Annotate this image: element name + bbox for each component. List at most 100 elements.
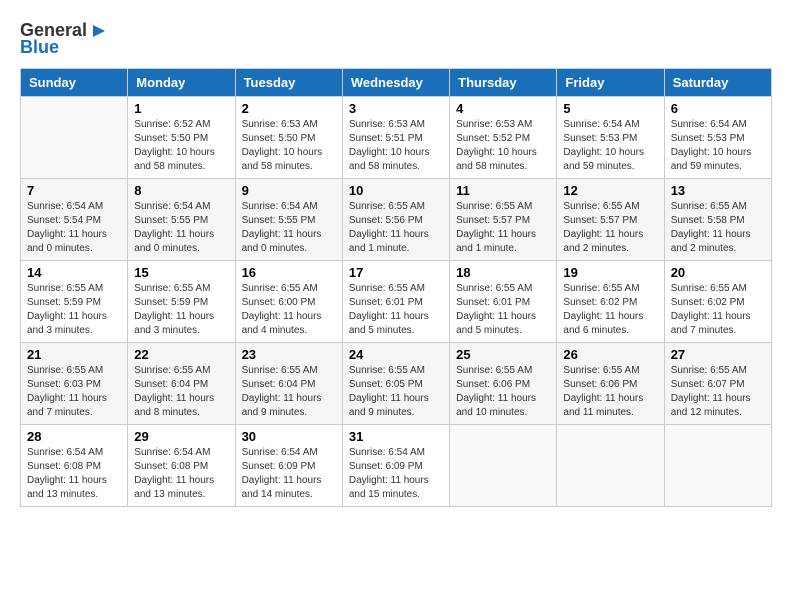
calendar-cell: 6 Sunrise: 6:54 AM Sunset: 5:53 PM Daylig… — [664, 97, 771, 179]
day-info: Sunrise: 6:55 AM Sunset: 5:57 PM Dayligh… — [456, 200, 550, 256]
calendar-cell: 22 Sunrise: 6:55 AM Sunset: 6:04 PM Dayli… — [128, 343, 235, 425]
day-number: 30 — [242, 429, 336, 444]
calendar-cell: 9 Sunrise: 6:54 AM Sunset: 5:55 PM Daylig… — [235, 179, 342, 261]
day-number: 31 — [349, 429, 443, 444]
day-info: Sunrise: 6:53 AM Sunset: 5:52 PM Dayligh… — [456, 118, 550, 174]
calendar-cell: 25 Sunrise: 6:55 AM Sunset: 6:06 PM Dayli… — [450, 343, 557, 425]
day-info: Sunrise: 6:55 AM Sunset: 5:59 PM Dayligh… — [134, 282, 228, 338]
day-info: Sunrise: 6:54 AM Sunset: 6:08 PM Dayligh… — [134, 446, 228, 502]
day-info: Sunrise: 6:54 AM Sunset: 5:53 PM Dayligh… — [671, 118, 765, 174]
day-number: 25 — [456, 347, 550, 362]
calendar-cell: 29 Sunrise: 6:54 AM Sunset: 6:08 PM Dayli… — [128, 425, 235, 507]
day-info: Sunrise: 6:55 AM Sunset: 6:05 PM Dayligh… — [349, 364, 443, 420]
calendar-cell — [450, 425, 557, 507]
calendar-cell: 4 Sunrise: 6:53 AM Sunset: 5:52 PM Daylig… — [450, 97, 557, 179]
day-number: 7 — [27, 183, 121, 198]
calendar-cell: 21 Sunrise: 6:55 AM Sunset: 6:03 PM Dayli… — [21, 343, 128, 425]
calendar-header-saturday: Saturday — [664, 69, 771, 97]
day-number: 20 — [671, 265, 765, 280]
day-number: 3 — [349, 101, 443, 116]
calendar-cell: 28Sunrise: 6:54 AM Sunset: 6:08 PM Dayli… — [21, 425, 128, 507]
day-info: Sunrise: 6:55 AM Sunset: 6:04 PM Dayligh… — [134, 364, 228, 420]
day-number: 24 — [349, 347, 443, 362]
calendar-week-1: 1 Sunrise: 6:52 AM Sunset: 5:50 PM Daylig… — [21, 97, 772, 179]
calendar-cell — [664, 425, 771, 507]
calendar-table: SundayMondayTuesdayWednesdayThursdayFrid… — [20, 68, 772, 507]
calendar-cell: 15 Sunrise: 6:55 AM Sunset: 5:59 PM Dayli… — [128, 261, 235, 343]
calendar-cell: 31Sunrise: 6:54 AM Sunset: 6:09 PM Dayli… — [342, 425, 449, 507]
day-number: 10 — [349, 183, 443, 198]
day-info: Sunrise: 6:55 AM Sunset: 6:02 PM Dayligh… — [563, 282, 657, 338]
calendar-week-3: 14 Sunrise: 6:55 AM Sunset: 5:59 PM Dayli… — [21, 261, 772, 343]
calendar-cell: 5 Sunrise: 6:54 AM Sunset: 5:53 PM Daylig… — [557, 97, 664, 179]
day-number: 1 — [134, 101, 228, 116]
day-info: Sunrise: 6:54 AM Sunset: 5:54 PM Dayligh… — [27, 200, 121, 256]
calendar-header-monday: Monday — [128, 69, 235, 97]
calendar-cell: 2 Sunrise: 6:53 AM Sunset: 5:50 PM Daylig… — [235, 97, 342, 179]
day-number: 8 — [134, 183, 228, 198]
day-info: Sunrise: 6:55 AM Sunset: 6:03 PM Dayligh… — [27, 364, 121, 420]
day-number: 22 — [134, 347, 228, 362]
day-info: Sunrise: 6:52 AM Sunset: 5:50 PM Dayligh… — [134, 118, 228, 174]
day-info: Sunrise: 6:55 AM Sunset: 5:58 PM Dayligh… — [671, 200, 765, 256]
day-number: 9 — [242, 183, 336, 198]
day-info: Sunrise: 6:54 AM Sunset: 5:55 PM Dayligh… — [242, 200, 336, 256]
logo-mark: General Blue — [20, 20, 105, 58]
day-number: 13 — [671, 183, 765, 198]
day-number: 27 — [671, 347, 765, 362]
calendar-week-2: 7 Sunrise: 6:54 AM Sunset: 5:54 PM Daylig… — [21, 179, 772, 261]
day-info: Sunrise: 6:55 AM Sunset: 6:04 PM Dayligh… — [242, 364, 336, 420]
day-info: Sunrise: 6:55 AM Sunset: 6:01 PM Dayligh… — [349, 282, 443, 338]
logo: General Blue — [20, 20, 105, 58]
day-info: Sunrise: 6:55 AM Sunset: 5:56 PM Dayligh… — [349, 200, 443, 256]
calendar-header-row: SundayMondayTuesdayWednesdayThursdayFrid… — [21, 69, 772, 97]
calendar-header-sunday: Sunday — [21, 69, 128, 97]
day-info: Sunrise: 6:53 AM Sunset: 5:51 PM Dayligh… — [349, 118, 443, 174]
calendar-cell: 18 Sunrise: 6:55 AM Sunset: 6:01 PM Dayli… — [450, 261, 557, 343]
day-number: 2 — [242, 101, 336, 116]
day-info: Sunrise: 6:55 AM Sunset: 6:06 PM Dayligh… — [456, 364, 550, 420]
day-number: 12 — [563, 183, 657, 198]
day-info: Sunrise: 6:55 AM Sunset: 6:02 PM Dayligh… — [671, 282, 765, 338]
calendar-cell: 24 Sunrise: 6:55 AM Sunset: 6:05 PM Dayli… — [342, 343, 449, 425]
logo-blue: Blue — [20, 37, 59, 58]
day-info: Sunrise: 6:54 AM Sunset: 5:55 PM Dayligh… — [134, 200, 228, 256]
calendar-cell: 16Sunrise: 6:55 AM Sunset: 6:00 PM Dayli… — [235, 261, 342, 343]
day-number: 4 — [456, 101, 550, 116]
calendar-cell — [557, 425, 664, 507]
day-number: 29 — [134, 429, 228, 444]
day-info: Sunrise: 6:55 AM Sunset: 5:59 PM Dayligh… — [27, 282, 121, 338]
day-info: Sunrise: 6:54 AM Sunset: 5:53 PM Dayligh… — [563, 118, 657, 174]
calendar-cell: 3 Sunrise: 6:53 AM Sunset: 5:51 PM Daylig… — [342, 97, 449, 179]
calendar-header-wednesday: Wednesday — [342, 69, 449, 97]
day-number: 16 — [242, 265, 336, 280]
day-number: 14 — [27, 265, 121, 280]
day-number: 6 — [671, 101, 765, 116]
day-number: 15 — [134, 265, 228, 280]
day-info: Sunrise: 6:55 AM Sunset: 6:01 PM Dayligh… — [456, 282, 550, 338]
calendar-cell: 30 Sunrise: 6:54 AM Sunset: 6:09 PM Dayli… — [235, 425, 342, 507]
calendar-cell: 10 Sunrise: 6:55 AM Sunset: 5:56 PM Dayli… — [342, 179, 449, 261]
day-info: Sunrise: 6:54 AM Sunset: 6:09 PM Dayligh… — [242, 446, 336, 502]
calendar-cell: 11 Sunrise: 6:55 AM Sunset: 5:57 PM Dayli… — [450, 179, 557, 261]
calendar-cell: 8 Sunrise: 6:54 AM Sunset: 5:55 PM Daylig… — [128, 179, 235, 261]
calendar-header-tuesday: Tuesday — [235, 69, 342, 97]
day-number: 23 — [242, 347, 336, 362]
day-number: 11 — [456, 183, 550, 198]
calendar-cell: 26Sunrise: 6:55 AM Sunset: 6:06 PM Dayli… — [557, 343, 664, 425]
day-info: Sunrise: 6:53 AM Sunset: 5:50 PM Dayligh… — [242, 118, 336, 174]
calendar-cell — [21, 97, 128, 179]
day-number: 18 — [456, 265, 550, 280]
page-header: General Blue — [20, 20, 772, 58]
calendar-week-5: 28Sunrise: 6:54 AM Sunset: 6:08 PM Dayli… — [21, 425, 772, 507]
day-info: Sunrise: 6:55 AM Sunset: 6:07 PM Dayligh… — [671, 364, 765, 420]
day-info: Sunrise: 6:54 AM Sunset: 6:08 PM Dayligh… — [27, 446, 121, 502]
calendar-cell: 27 Sunrise: 6:55 AM Sunset: 6:07 PM Dayli… — [664, 343, 771, 425]
calendar-cell: 19Sunrise: 6:55 AM Sunset: 6:02 PM Dayli… — [557, 261, 664, 343]
day-info: Sunrise: 6:55 AM Sunset: 5:57 PM Dayligh… — [563, 200, 657, 256]
day-number: 17 — [349, 265, 443, 280]
day-number: 21 — [27, 347, 121, 362]
calendar-cell: 7 Sunrise: 6:54 AM Sunset: 5:54 PM Daylig… — [21, 179, 128, 261]
calendar-cell: 1 Sunrise: 6:52 AM Sunset: 5:50 PM Daylig… — [128, 97, 235, 179]
day-number: 5 — [563, 101, 657, 116]
